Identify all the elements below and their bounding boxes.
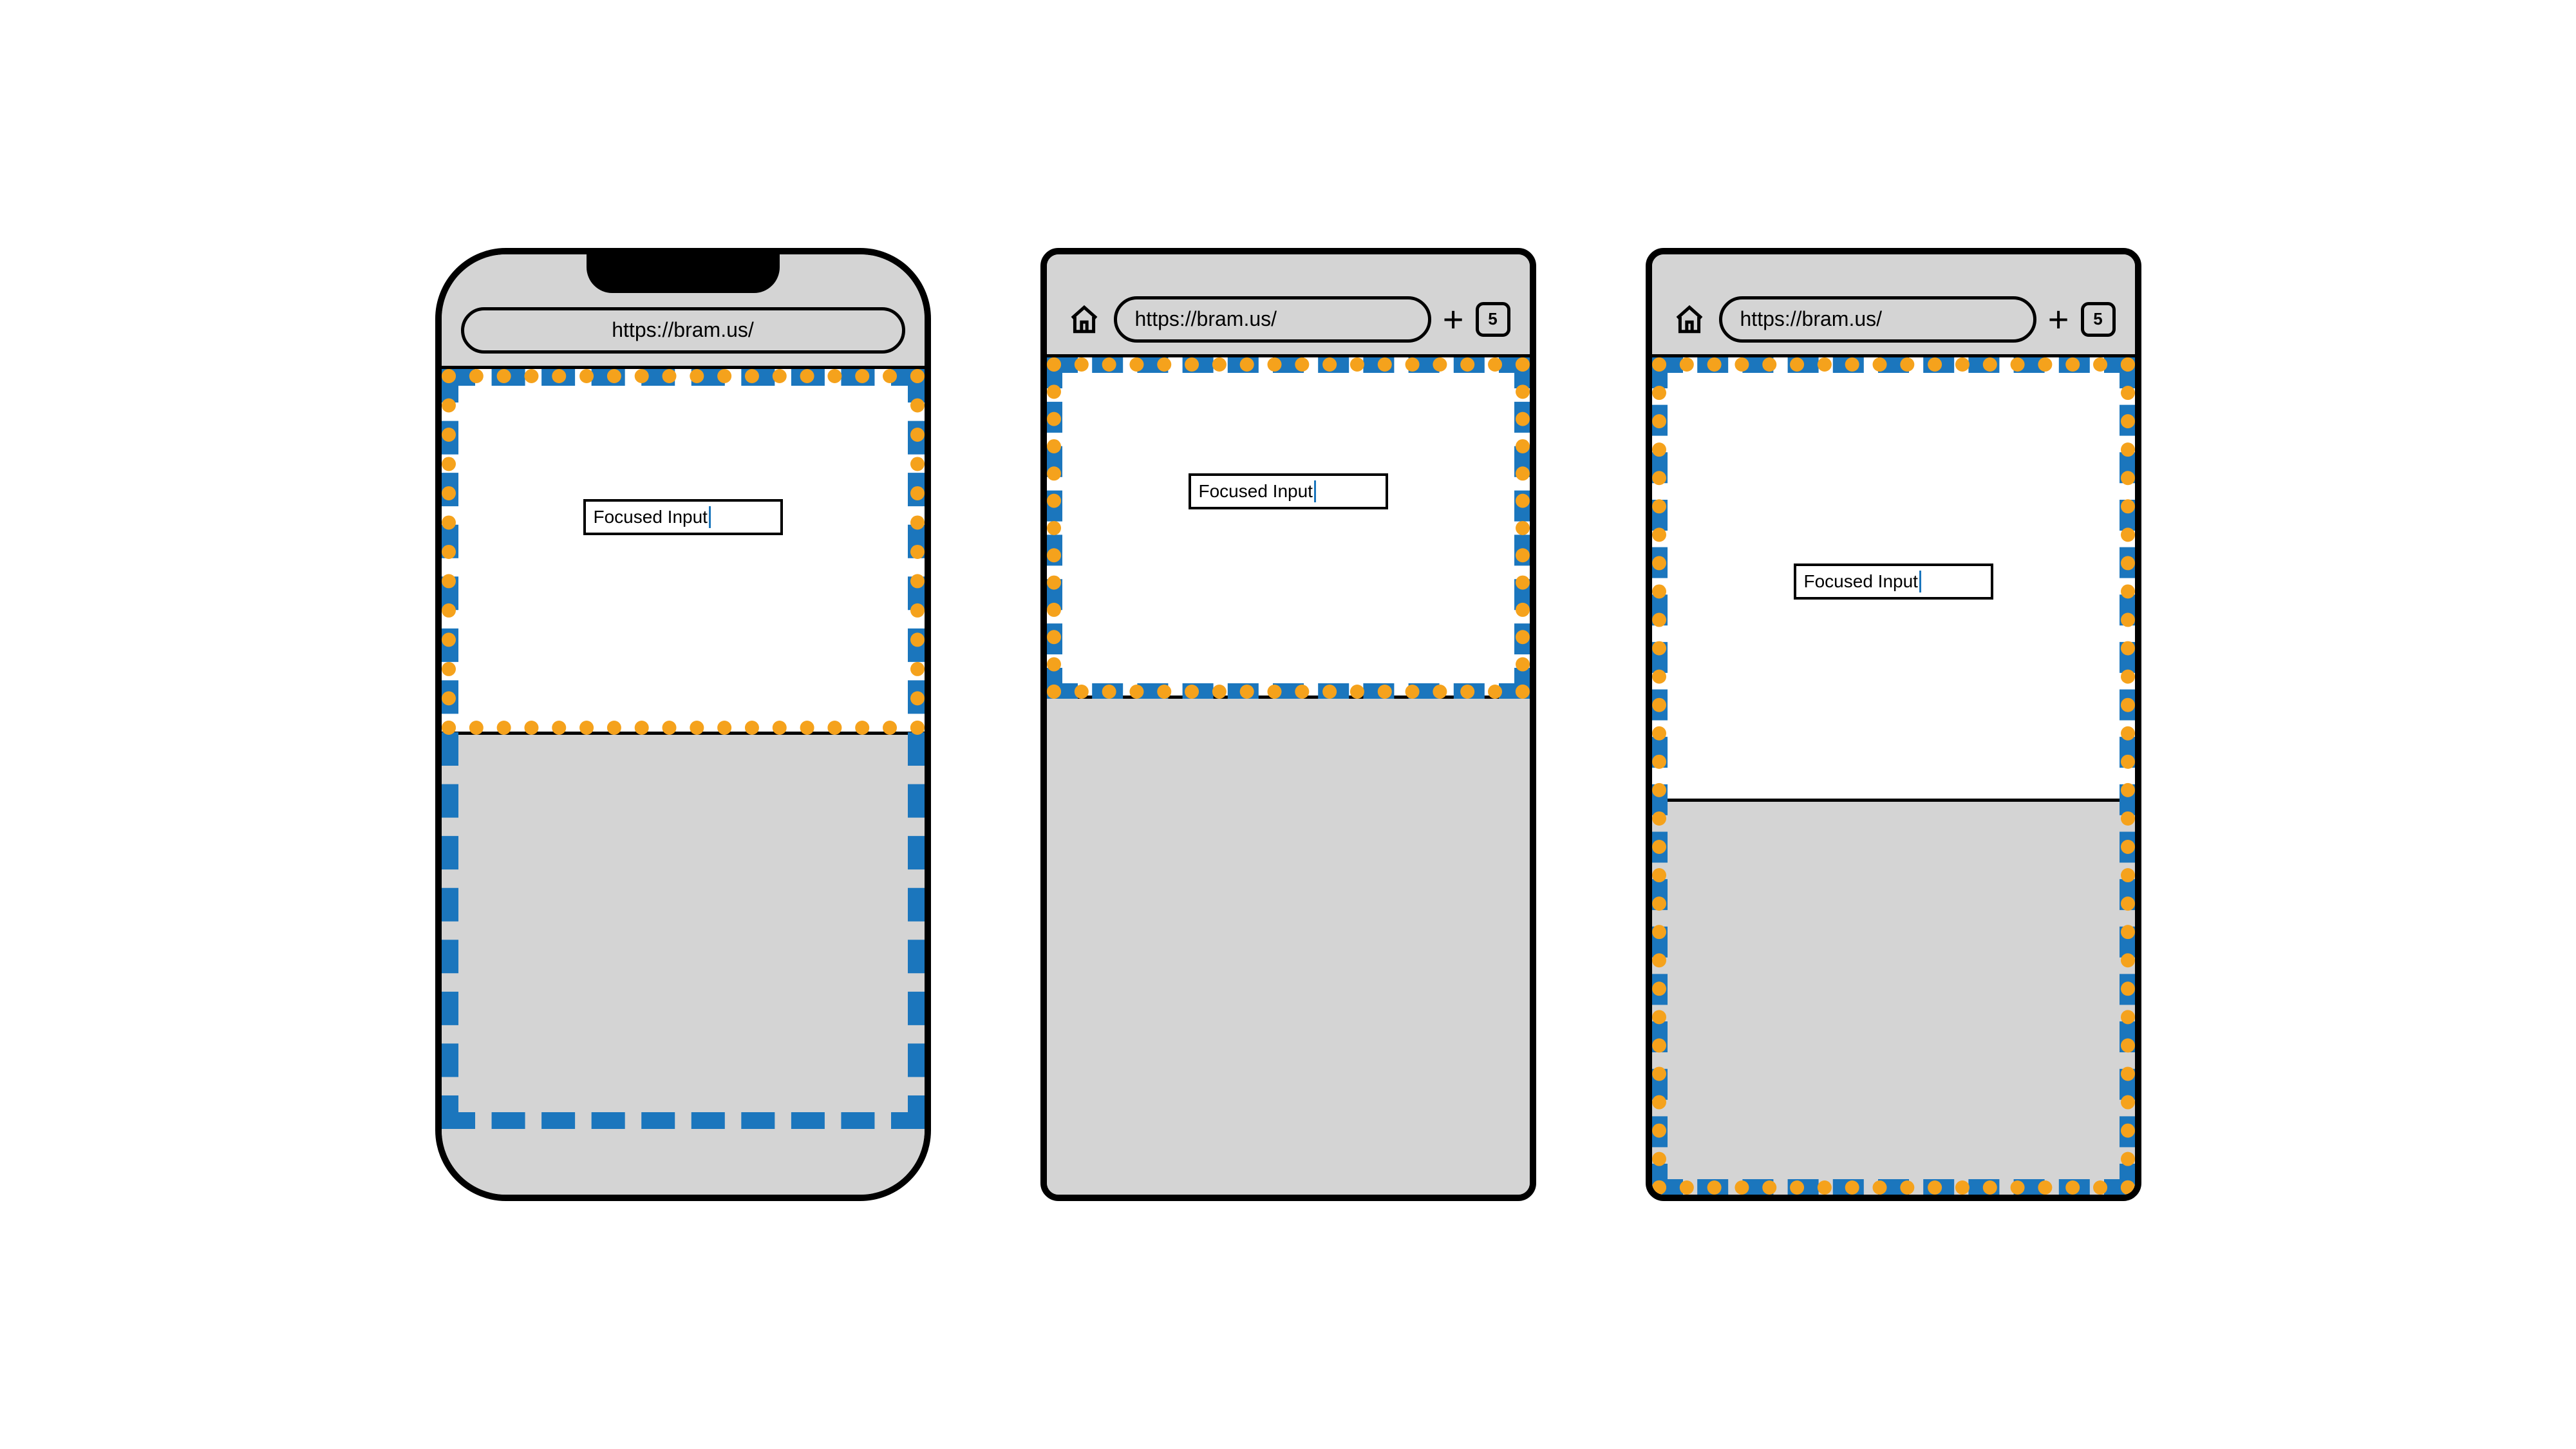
focused-input[interactable]: Focused Input xyxy=(583,499,783,535)
url-text: https://bram.us/ xyxy=(612,318,754,342)
address-bar[interactable]: https://bram.us/ xyxy=(461,307,905,354)
tab-count[interactable]: 5 xyxy=(1476,302,1510,337)
input-value: Focused Input xyxy=(1804,571,1918,592)
browser-chrome: https://bram.us/ + 5 xyxy=(1652,254,2135,357)
phone-iphone: 11:45 https://bram.us/ Focused Input xyxy=(435,248,931,1201)
text-cursor xyxy=(1314,480,1316,502)
input-value: Focused Input xyxy=(1199,481,1313,502)
url-text: https://bram.us/ xyxy=(1135,307,1277,331)
focused-input[interactable]: Focused Input xyxy=(1189,473,1388,509)
content-area xyxy=(1047,357,1530,699)
new-tab-icon[interactable]: + xyxy=(1443,298,1464,340)
new-tab-icon[interactable]: + xyxy=(2048,298,2069,340)
notch xyxy=(587,253,780,293)
url-text: https://bram.us/ xyxy=(1740,307,1883,331)
home-icon[interactable] xyxy=(1066,301,1102,337)
content-area xyxy=(442,369,925,735)
address-bar[interactable]: https://bram.us/ xyxy=(1114,296,1431,343)
virtual-keyboard[interactable] xyxy=(1652,802,2135,1195)
address-bar[interactable]: https://bram.us/ xyxy=(1719,296,2036,343)
virtual-keyboard[interactable] xyxy=(1047,699,1530,1195)
phone-android-overlay: 11:45 https://bram.us/ + 5 Focused Input xyxy=(1646,248,2141,1201)
tab-count[interactable]: 5 xyxy=(2081,302,2116,337)
phone-android-resize: 11:45 https://bram.us/ + 5 Focused Input xyxy=(1040,248,1536,1201)
home-icon[interactable] xyxy=(1671,301,1707,337)
focused-input[interactable]: Focused Input xyxy=(1794,564,1993,600)
text-cursor xyxy=(1919,571,1921,592)
virtual-keyboard[interactable] xyxy=(442,735,925,1195)
browser-chrome: https://bram.us/ + 5 xyxy=(1047,254,1530,357)
input-value: Focused Input xyxy=(594,507,708,527)
text-cursor xyxy=(709,506,711,528)
